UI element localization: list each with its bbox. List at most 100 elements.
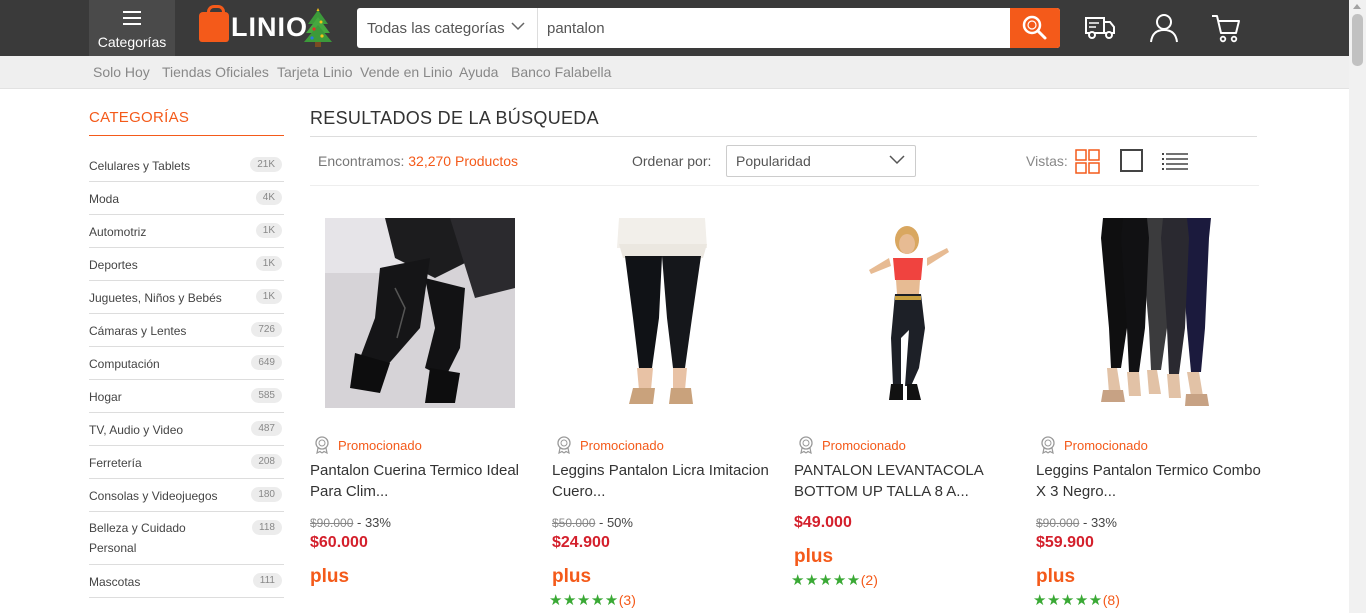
results-count-value: 32,270 Productos bbox=[408, 153, 519, 169]
product-price: $59.900 bbox=[1036, 534, 1094, 551]
promoted-badge: Promocionado bbox=[556, 436, 664, 454]
sidebar-item-count: 111 bbox=[252, 573, 282, 588]
sidebar-item-automotriz[interactable]: Automotriz 1K bbox=[89, 215, 284, 248]
product-image[interactable] bbox=[809, 218, 999, 408]
product-image[interactable] bbox=[1051, 218, 1241, 408]
sidebar-item-count: 726 bbox=[251, 322, 282, 337]
categories-menu-button[interactable]: Categorías bbox=[89, 0, 175, 56]
product-price: $49.000 bbox=[794, 514, 852, 531]
sidebar-item-count: 1K bbox=[255, 256, 282, 271]
search-bar: Todas las categorías bbox=[357, 8, 1060, 48]
product-discount: - 50% bbox=[599, 515, 633, 530]
product-rating: ★★★★★(2) bbox=[791, 571, 878, 589]
scrollbar-thumb[interactable] bbox=[1352, 14, 1363, 66]
user-account-icon[interactable] bbox=[1149, 12, 1179, 44]
nav-link-vende-en-linio[interactable]: Vende en Linio bbox=[360, 64, 453, 80]
rating-count[interactable]: (8) bbox=[1103, 592, 1120, 608]
sort-select[interactable]: Popularidad bbox=[726, 145, 916, 177]
product-name[interactable]: Leggins Pantalon Licra Imitacion Cuero..… bbox=[552, 460, 777, 502]
nav-link-tiendas-oficiales[interactable]: Tiendas Oficiales bbox=[162, 64, 269, 80]
search-button[interactable] bbox=[1010, 8, 1060, 48]
product-card[interactable]: Promocionado Leggins Pantalon Termico Co… bbox=[1033, 210, 1266, 613]
product-card[interactable]: Promocionado PANTALON LEVANTACOLA BOTTOM… bbox=[791, 210, 1024, 613]
sidebar-title: CATEGORÍAS bbox=[89, 109, 190, 126]
sidebar-item-label: Celulares y Tablets bbox=[89, 159, 191, 173]
sidebar-item-count: 118 bbox=[252, 520, 282, 535]
category-select[interactable]: Todas las categorías bbox=[357, 8, 538, 48]
product-old-price: $50.000 bbox=[552, 516, 596, 530]
promoted-badge: Promocionado bbox=[314, 436, 422, 454]
product-rating: ★★★★★(3) bbox=[549, 591, 636, 609]
sidebar-item-label: Deportes bbox=[89, 258, 138, 272]
product-rating: ★★★★★(8) bbox=[1033, 591, 1120, 609]
sidebar-item-moda[interactable]: Moda 4K bbox=[89, 182, 284, 215]
shopping-cart-icon[interactable] bbox=[1210, 12, 1242, 44]
product-name[interactable]: Leggins Pantalon Termico Combo X 3 Negro… bbox=[1036, 460, 1261, 502]
product-price: $60.000 bbox=[310, 534, 368, 551]
rating-count[interactable]: (2) bbox=[861, 572, 878, 588]
sidebar-item-tv-audio-video[interactable]: TV, Audio y Video 487 bbox=[89, 413, 284, 446]
promoted-label: Promocionado bbox=[822, 437, 906, 453]
plus-badge: plus bbox=[1036, 566, 1076, 587]
nav-link-ayuda[interactable]: Ayuda bbox=[459, 64, 498, 80]
promoted-label: Promocionado bbox=[338, 437, 422, 453]
categories-menu-label: Categorías bbox=[97, 34, 167, 50]
chevron-down-icon bbox=[889, 155, 905, 165]
sidebar-item-label: TV, Audio y Video bbox=[89, 423, 184, 437]
sidebar-item-celulares[interactable]: Celulares y Tablets 21K bbox=[89, 149, 284, 182]
sidebar-item-label: Moda bbox=[89, 192, 120, 206]
sidebar-item-belleza[interactable]: Belleza y Cuidado Personal 118 bbox=[89, 512, 284, 565]
results-count: Encontramos: 32,270 Productos bbox=[318, 153, 518, 169]
sidebar-item-count: 649 bbox=[251, 355, 282, 370]
rating-stars-icon: ★★★★★ bbox=[791, 572, 861, 589]
product-card[interactable]: Promocionado Leggins Pantalon Licra Imit… bbox=[549, 210, 782, 613]
sidebar-item-ferreteria[interactable]: Ferretería 208 bbox=[89, 446, 284, 479]
single-view-icon[interactable] bbox=[1120, 149, 1143, 172]
search-icon bbox=[1022, 15, 1047, 40]
plus-badge: plus bbox=[552, 566, 592, 587]
promoted-badge: Promocionado bbox=[798, 436, 906, 454]
sidebar-item-count: 585 bbox=[251, 388, 282, 403]
sidebar-item-hogar[interactable]: Hogar 585 bbox=[89, 380, 284, 413]
grid-view-icon[interactable] bbox=[1075, 149, 1100, 174]
nav-link-tarjeta-linio[interactable]: Tarjeta Linio bbox=[277, 64, 353, 80]
rating-stars-icon: ★★★★★ bbox=[1033, 592, 1103, 609]
sidebar-item-count: 1K bbox=[255, 223, 282, 238]
product-name[interactable]: Pantalon Cuerina Termico Ideal Para Clim… bbox=[310, 460, 535, 502]
toolbar-divider bbox=[310, 185, 1259, 186]
sidebar-item-label: Cámaras y Lentes bbox=[89, 324, 187, 338]
nav-link-solo-hoy[interactable]: Solo Hoy bbox=[93, 64, 150, 80]
sidebar-item-label: Computación bbox=[89, 357, 160, 371]
delivery-truck-icon[interactable] bbox=[1083, 12, 1117, 42]
product-old-price-row: $90.000 - 33% bbox=[1036, 515, 1117, 530]
sidebar-item-count: 208 bbox=[251, 454, 282, 469]
page-scrollbar[interactable] bbox=[1349, 0, 1366, 613]
sidebar-item-computacion[interactable]: Computación 649 bbox=[89, 347, 284, 380]
sidebar-item-label: Mascotas bbox=[89, 575, 141, 589]
sidebar-item-consolas[interactable]: Consolas y Videojuegos 180 bbox=[89, 479, 284, 512]
product-name[interactable]: PANTALON LEVANTACOLA BOTTOM UP TALLA 8 A… bbox=[794, 460, 1019, 502]
search-input[interactable] bbox=[539, 8, 1009, 48]
rating-stars-icon: ★★★★★ bbox=[549, 592, 619, 609]
christmas-tree-icon bbox=[304, 8, 332, 47]
scroll-up-arrow-icon[interactable] bbox=[1353, 4, 1361, 9]
sidebar-item-mascotas[interactable]: Mascotas 111 bbox=[89, 565, 284, 598]
list-view-icon[interactable] bbox=[1162, 152, 1188, 170]
product-card[interactable]: Promocionado Pantalon Cuerina Termico Id… bbox=[310, 210, 540, 613]
nav-link-banco-falabella[interactable]: Banco Falabella bbox=[511, 64, 611, 80]
product-image[interactable] bbox=[567, 218, 757, 408]
sidebar-item-camaras[interactable]: Cámaras y Lentes 726 bbox=[89, 314, 284, 347]
product-image[interactable] bbox=[325, 218, 515, 408]
sidebar-item-count: 4K bbox=[255, 190, 282, 205]
sort-select-value: Popularidad bbox=[736, 153, 811, 169]
product-old-price: $90.000 bbox=[310, 516, 354, 530]
rating-count[interactable]: (3) bbox=[619, 592, 636, 608]
award-ribbon-icon bbox=[1041, 436, 1055, 454]
product-discount: - 33% bbox=[1083, 515, 1117, 530]
views-label: Vistas: bbox=[1026, 153, 1068, 169]
award-ribbon-icon bbox=[557, 436, 571, 454]
sidebar-item-deportes[interactable]: Deportes 1K bbox=[89, 248, 284, 281]
sort-label: Ordenar por: bbox=[632, 153, 712, 169]
linio-logo[interactable]: LINIO bbox=[199, 5, 308, 44]
sidebar-item-juguetes[interactable]: Juguetes, Niños y Bebés 1K bbox=[89, 281, 284, 314]
